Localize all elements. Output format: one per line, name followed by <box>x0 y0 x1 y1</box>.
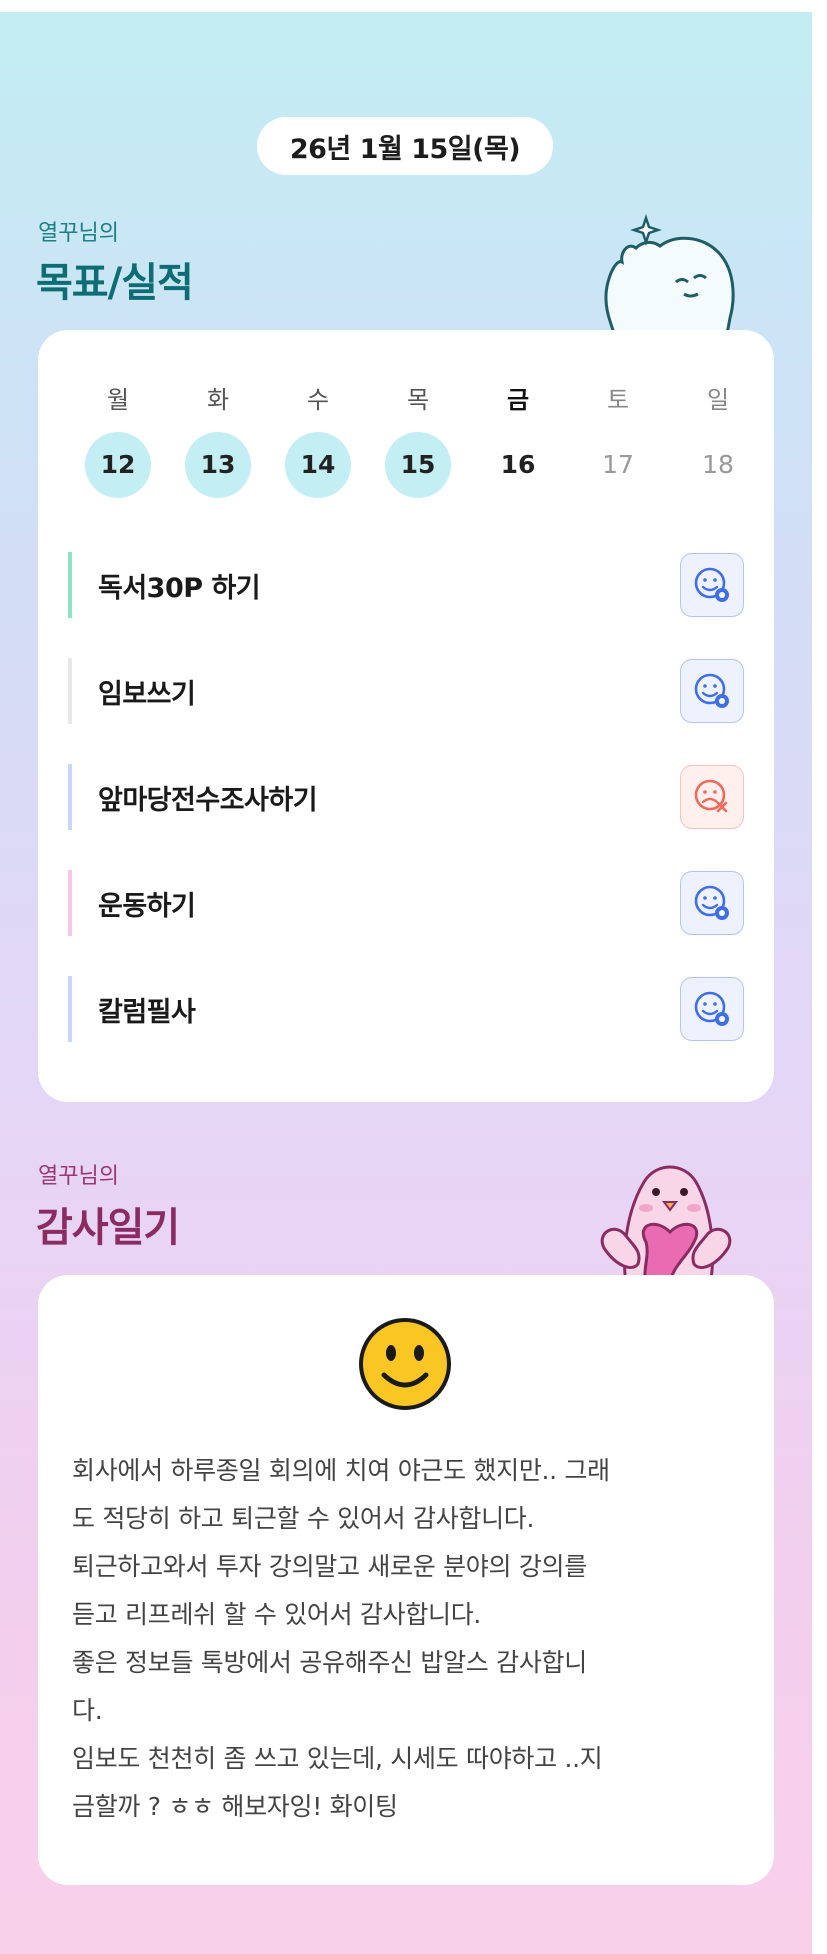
day-16[interactable]: 금 16 <box>468 380 568 498</box>
goals-section-subtitle: 열꾸님의 <box>38 221 119 246</box>
goals-card: 월 12 화 13 수 14 목 15 금 16 토 17 일 18 독서30P 하기임보쓰기앞마당전수조… <box>38 330 774 1102</box>
day-number: 15 <box>385 432 451 498</box>
day-14[interactable]: 수 14 <box>268 380 368 498</box>
goal-label: 독서30P 하기 <box>98 572 261 604</box>
date-pill[interactable]: 26년 1월 15일(목) <box>257 117 553 175</box>
thanks-section-subtitle: 열꾸님의 <box>38 1164 119 1189</box>
smile-check-icon[interactable] <box>680 659 744 723</box>
smile-check-icon[interactable] <box>680 871 744 935</box>
day-number: 18 <box>702 450 734 479</box>
day-name-label: 토 <box>606 386 630 414</box>
week-calendar: 월 12 화 13 수 14 목 15 금 16 토 17 일 18 <box>68 380 768 498</box>
day-name-label: 수 <box>306 386 330 414</box>
day-number: 17 <box>602 450 634 479</box>
goal-item[interactable]: 운동하기 <box>68 870 744 936</box>
day-13[interactable]: 화 13 <box>168 380 268 498</box>
page-background: 26년 1월 15일(목) 열꾸님의 목표/실적 월 12 화 13 수 14 목 15 금 16… <box>0 12 812 1954</box>
thanks-diary-card: 회사에서 하루종일 회의에 치여 야근도 했지만.. 그래 도 적당히 하고 퇴… <box>38 1275 774 1885</box>
smile-check-icon[interactable] <box>680 977 744 1041</box>
goal-list: 독서30P 하기임보쓰기앞마당전수조사하기운동하기칼럼필사 <box>68 552 744 1082</box>
day-name-label: 금 <box>506 386 530 414</box>
goal-item[interactable]: 칼럼필사 <box>68 976 744 1042</box>
sad-x-icon[interactable] <box>680 765 744 829</box>
goal-item[interactable]: 앞마당전수조사하기 <box>68 764 744 830</box>
thanks-section-title: 감사일기 <box>36 1205 180 1251</box>
day-12[interactable]: 월 12 <box>68 380 168 498</box>
day-name-label: 목 <box>406 386 430 414</box>
goal-label: 임보쓰기 <box>98 678 196 710</box>
bird-heart-mascot-illustration <box>600 1165 732 1286</box>
day-number: 14 <box>285 432 351 498</box>
goal-item[interactable]: 독서30P 하기 <box>68 552 744 618</box>
day-15[interactable]: 목 15 <box>368 380 468 498</box>
smiling-face-icon <box>359 1318 451 1410</box>
goal-label: 앞마당전수조사하기 <box>98 784 318 816</box>
smile-check-icon[interactable] <box>680 553 744 617</box>
day-number: 12 <box>85 432 151 498</box>
day-number: 16 <box>500 450 536 479</box>
day-17[interactable]: 토 17 <box>568 380 668 498</box>
day-18[interactable]: 일 18 <box>668 380 768 498</box>
ghost-mascot-illustration <box>604 214 735 344</box>
day-name-label: 일 <box>706 386 730 414</box>
thanks-diary-text: 회사에서 하루종일 회의에 치여 야근도 했지만.. 그래 도 적당히 하고 퇴… <box>72 1456 610 1821</box>
goals-section-title: 목표/실적 <box>36 260 194 306</box>
goal-item[interactable]: 임보쓰기 <box>68 658 744 724</box>
day-name-label: 월 <box>106 386 130 414</box>
date-label: 26년 1월 15일(목) <box>289 133 521 165</box>
goal-label: 칼럼필사 <box>98 996 196 1028</box>
goal-label: 운동하기 <box>98 890 196 922</box>
day-name-label: 화 <box>206 386 230 414</box>
day-number: 13 <box>185 432 251 498</box>
